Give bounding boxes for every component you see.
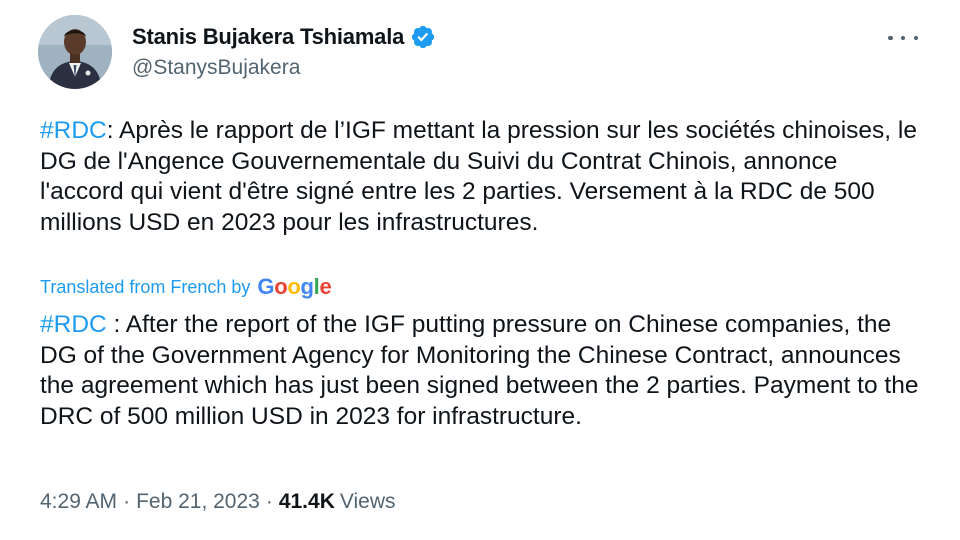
display-name[interactable]: Stanis Bujakera Tshiamala bbox=[132, 24, 404, 50]
separator: · bbox=[123, 490, 131, 513]
dot-icon bbox=[900, 35, 906, 41]
author-header: Stanis Bujakera Tshiamala @StanysBujaker… bbox=[132, 22, 436, 80]
tweet-time[interactable]: 4:29 AM bbox=[40, 490, 117, 514]
separator: · bbox=[265, 490, 273, 513]
translation-attribution[interactable]: Translated from French by Google bbox=[40, 274, 332, 300]
avatar[interactable] bbox=[38, 15, 112, 89]
tweet-text: #RDC: Après le rapport de l’IGF mettant … bbox=[40, 116, 920, 238]
dot-icon bbox=[888, 35, 893, 41]
dot-icon bbox=[913, 35, 918, 41]
google-logo: Google bbox=[257, 274, 332, 299]
tweet-date[interactable]: Feb 21, 2023 bbox=[136, 490, 260, 514]
tweet-meta: 4:29 AM · Feb 21, 2023 · 41.4K Views bbox=[40, 490, 396, 514]
translated-body: : After the report of the IGF putting pr… bbox=[40, 311, 919, 430]
translated-label: Translated from French by bbox=[40, 276, 251, 297]
translated-tweet-text: #RDC : After the report of the IGF putti… bbox=[40, 310, 930, 432]
profile-photo bbox=[38, 15, 112, 89]
views-count[interactable]: 41.4K bbox=[279, 490, 335, 514]
hashtag-link[interactable]: #RDC bbox=[40, 311, 107, 338]
tweet-body: : Après le rapport de l’IGF mettant la p… bbox=[40, 117, 917, 236]
more-options-icon[interactable] bbox=[888, 28, 918, 48]
hashtag-link[interactable]: #RDC bbox=[40, 117, 107, 144]
verified-badge-icon[interactable] bbox=[410, 24, 436, 50]
views-label[interactable]: Views bbox=[340, 490, 396, 514]
user-handle[interactable]: @StanysBujakera bbox=[132, 56, 436, 80]
